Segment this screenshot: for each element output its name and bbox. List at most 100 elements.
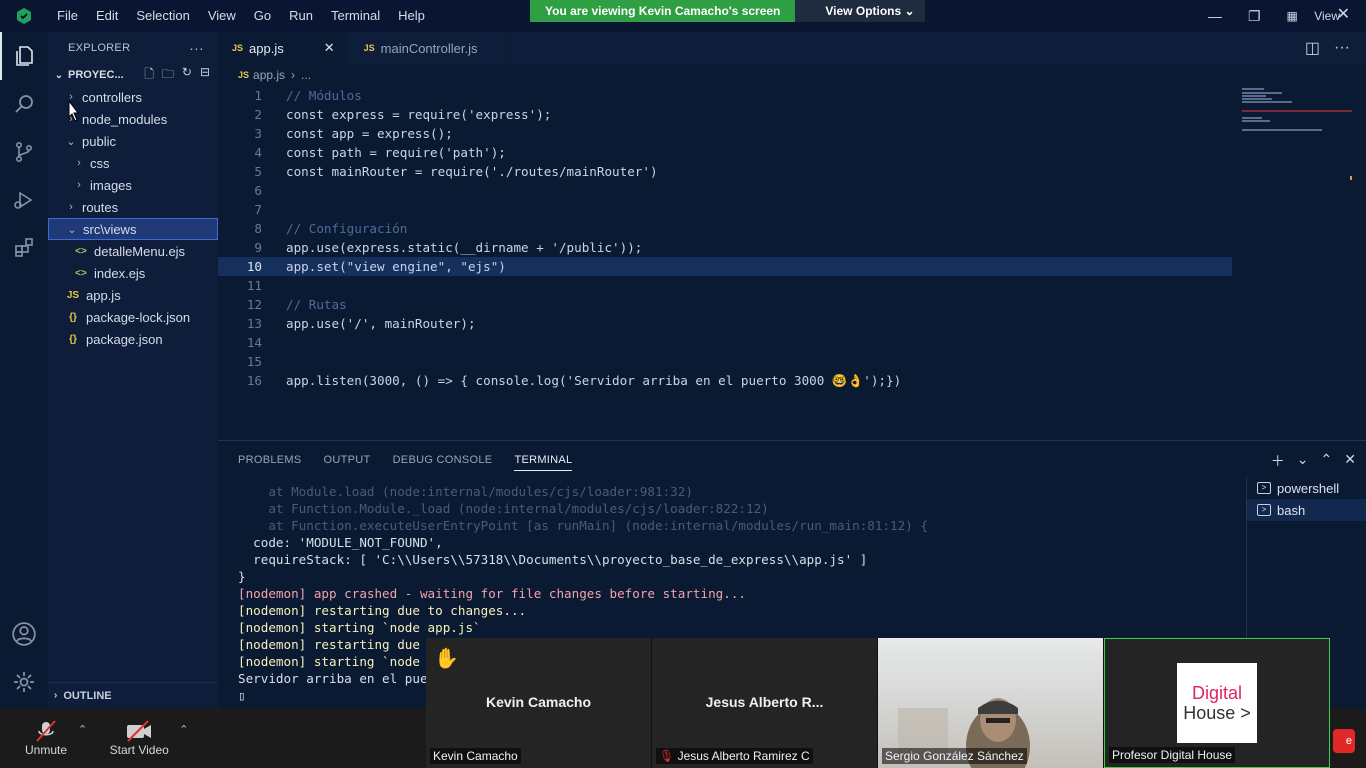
ejs-file-icon: <> (75, 267, 87, 279)
terminal-line: } (238, 569, 246, 584)
new-folder-icon[interactable]: 🗀 (162, 65, 174, 86)
restore-button[interactable]: ❐ (1235, 8, 1274, 25)
more-actions-icon[interactable]: ··· (1334, 39, 1350, 57)
code-line: 14 (218, 333, 1232, 352)
tree-item[interactable]: ⌄ public (48, 130, 218, 152)
line-number: 15 (246, 354, 262, 369)
view-button[interactable]: ▦ View (1274, 9, 1366, 23)
vscode-logo-icon (0, 0, 48, 32)
tab-problems[interactable]: PROBLEMS (238, 450, 302, 470)
new-terminal-icon[interactable]: ＋ (1271, 451, 1285, 471)
extensions-icon[interactable] (0, 224, 48, 272)
chevron-up-icon[interactable]: ⌃ (179, 723, 188, 736)
terminal-line: [nodemon] restarting due to changes... (238, 603, 527, 618)
settings-gear-icon[interactable] (0, 658, 48, 706)
explorer-icon[interactable] (0, 32, 48, 80)
menu-item-file[interactable]: File (48, 0, 87, 32)
participant-tile[interactable]: Jesus Alberto R... 🎙 Jesus Alberto Ramir… (652, 638, 878, 768)
tree-item[interactable]: {} package-lock.json (48, 306, 218, 328)
tab-output[interactable]: OUTPUT (324, 450, 371, 470)
maximize-panel-icon[interactable]: ⌃ (1321, 451, 1333, 471)
participant-tile[interactable]: Sergio González Sánchez (878, 638, 1104, 768)
tree-item-label: node_modules (82, 111, 168, 127)
leave-button[interactable]: e (1333, 729, 1355, 753)
tab-terminal[interactable]: TERMINAL (514, 450, 573, 471)
minimize-button[interactable]: — (1195, 8, 1235, 24)
more-actions-icon[interactable]: ··· (189, 40, 204, 56)
close-panel-icon[interactable]: ✕ (1344, 451, 1356, 471)
account-icon[interactable] (0, 610, 48, 658)
code-text: app.set("view engine", "ejs") (286, 259, 506, 274)
json-file-icon: {} (69, 333, 77, 345)
tree-item-label: index.ejs (94, 265, 146, 281)
source-control-icon[interactable] (0, 128, 48, 176)
menu-item-go[interactable]: Go (245, 0, 280, 32)
panel-tabs: PROBLEMS OUTPUT DEBUG CONSOLE TERMINAL (218, 441, 1366, 479)
close-tab-icon[interactable]: ✕ (324, 40, 335, 56)
line-number: 5 (254, 164, 262, 179)
tree-item[interactable]: › routes (48, 196, 218, 218)
js-file-icon: JS (363, 43, 375, 53)
menu-item-selection[interactable]: Selection (127, 0, 198, 32)
code-editor[interactable]: 1 // Módulos 2 const express = require('exp… (218, 86, 1232, 390)
start-video-button[interactable]: Start Video (93, 719, 185, 757)
chevron-down-icon[interactable]: ⌄ (1297, 451, 1309, 471)
tree-item-label: package.json (86, 331, 163, 347)
tree-item[interactable]: ⌄ src\views (48, 218, 218, 240)
explorer-header: EXPLORER ··· (48, 32, 218, 64)
code-line: 7 (218, 200, 1232, 219)
editor-actions: ◫ ··· (1305, 32, 1366, 64)
tab-main-controller[interactable]: JS mainController.js (348, 32, 507, 64)
code-line: 9 app.use(express.static(__dirname + '/pu… (218, 238, 1232, 257)
tab-app-js[interactable]: JS app.js ✕ (218, 32, 348, 64)
workspace-folder[interactable]: ⌄ PROYEC... 🗋 🗀 ↻ ⊟ (48, 64, 218, 86)
collapse-all-icon[interactable]: ⊟ (200, 65, 210, 86)
line-number: 16 (246, 373, 262, 388)
participant-tile[interactable]: ✋ Kevin Camacho Kevin Camacho (426, 638, 652, 768)
menu-item-help[interactable]: Help (389, 0, 434, 32)
tree-item[interactable]: {} package.json (48, 328, 218, 350)
run-debug-icon[interactable] (0, 176, 48, 224)
terminal-line: requireStack: [ 'C:\\Users\\57318\\Docum… (238, 552, 868, 567)
terminal-instance-powershell[interactable]: > powershell (1247, 477, 1366, 499)
ejs-file-icon: <> (75, 245, 87, 257)
menu-item-run[interactable]: Run (280, 0, 322, 32)
tree-item-label: routes (82, 199, 119, 215)
share-banner-text: You are viewing Kevin Camacho's screen (530, 0, 796, 22)
code-line: 11 (218, 276, 1232, 295)
minimap[interactable] (1240, 86, 1354, 226)
tree-item[interactable]: › css (48, 152, 218, 174)
tree-item-label: controllers (82, 89, 142, 105)
mouse-cursor-icon (68, 100, 79, 122)
code-line: 6 (218, 181, 1232, 200)
menu-item-edit[interactable]: Edit (87, 0, 127, 32)
code-line: 13 app.use('/', mainRouter); (218, 314, 1232, 333)
close-icon[interactable]: ✕ (1337, 4, 1350, 24)
share-banner: You are viewing Kevin Camacho's screen V… (530, 0, 925, 22)
chevron-down-icon: ⌄ (66, 135, 76, 148)
view-options-button[interactable]: View Options ⌄ (795, 0, 925, 22)
menu-item-view[interactable]: View (199, 0, 245, 32)
line-number: 1 (254, 88, 262, 103)
outline-section[interactable]: › OUTLINE (48, 682, 218, 708)
tree-item-label: detalleMenu.ejs (94, 243, 186, 259)
refresh-icon[interactable]: ↻ (182, 65, 192, 86)
terminal-line: [nodemon] app crashed - waiting for file… (238, 586, 746, 601)
tree-item[interactable]: › images (48, 174, 218, 196)
editor-tabs: JS app.js ✕ JS mainController.js ◫ ··· (218, 32, 1366, 64)
search-icon[interactable] (0, 80, 48, 128)
chevron-up-icon[interactable]: ⌃ (78, 723, 87, 736)
split-editor-icon[interactable]: ◫ (1305, 38, 1320, 58)
tree-item[interactable]: <> detalleMenu.ejs (48, 240, 218, 262)
tree-item-label: public (82, 133, 116, 149)
participant-tile[interactable]: Digital House > Profesor Digital House (1104, 638, 1330, 768)
tab-debug-console[interactable]: DEBUG CONSOLE (393, 450, 493, 470)
terminal-instance-bash[interactable]: > bash (1247, 499, 1366, 521)
menu-item-terminal[interactable]: Terminal (322, 0, 389, 32)
tree-item[interactable]: JS app.js (48, 284, 218, 306)
new-file-icon[interactable]: 🗋 (144, 65, 154, 86)
terminal-icon: > (1257, 504, 1271, 516)
editor-area: JS app.js ✕ JS mainController.js ◫ ··· J… (218, 32, 1366, 440)
tree-item[interactable]: <> index.ejs (48, 262, 218, 284)
